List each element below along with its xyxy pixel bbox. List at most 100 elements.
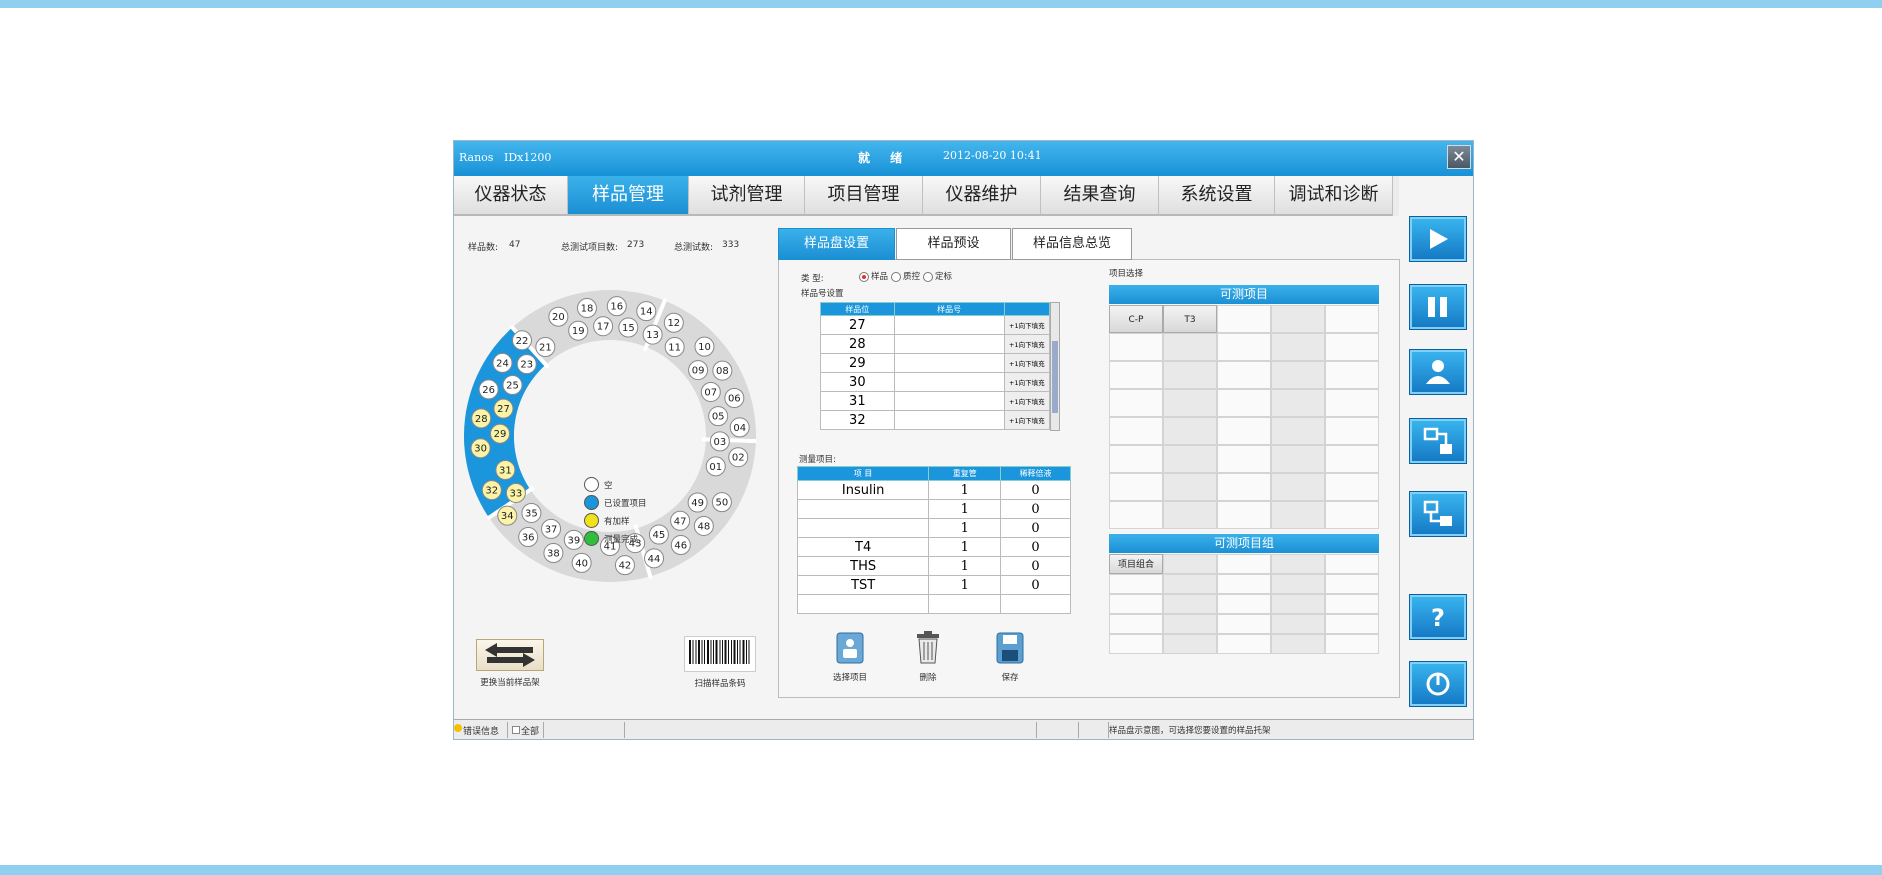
menu-tab-7[interactable]: 调试和诊断: [1275, 176, 1393, 216]
menu-tab-6[interactable]: 系统设置: [1159, 176, 1275, 216]
item-button[interactable]: C-P: [1109, 305, 1163, 333]
type-option-1[interactable]: 质控: [891, 271, 920, 282]
grid-cell[interactable]: [1271, 333, 1325, 361]
dilution-cell[interactable]: 0: [1000, 537, 1071, 557]
sample-number-input[interactable]: [893, 353, 1005, 373]
repeat-count-cell[interactable]: 1: [928, 556, 1002, 576]
menu-tab-0[interactable]: 仪器状态: [454, 176, 568, 216]
all-checkbox[interactable]: [512, 726, 520, 734]
grid-cell[interactable]: [1217, 305, 1271, 333]
fill-down-button[interactable]: +1向下填充: [1003, 391, 1051, 411]
grid-cell[interactable]: [1271, 614, 1325, 634]
grid-cell[interactable]: [1217, 634, 1271, 654]
help-button[interactable]: ?: [1409, 594, 1467, 640]
grid-cell[interactable]: [1325, 445, 1379, 473]
group-button[interactable]: 项目组合: [1109, 554, 1163, 574]
grid-cell[interactable]: [1217, 445, 1271, 473]
grid-cell[interactable]: [1109, 445, 1163, 473]
sample-number-input[interactable]: [893, 391, 1005, 411]
repeat-count-cell[interactable]: 1: [928, 537, 1002, 557]
dilution-cell[interactable]: 0: [1000, 518, 1071, 538]
scan-barcode-button[interactable]: [684, 636, 756, 672]
grid-cell[interactable]: [1271, 574, 1325, 594]
grid-cell[interactable]: [1217, 361, 1271, 389]
grid-cell[interactable]: [1325, 501, 1379, 529]
error-info-label[interactable]: 错误信息: [463, 724, 499, 737]
grid-cell[interactable]: [1217, 473, 1271, 501]
grid-cell[interactable]: [1271, 361, 1325, 389]
grid-cell[interactable]: [1217, 417, 1271, 445]
dilution-cell[interactable]: 0: [1000, 480, 1071, 500]
scrollbar-thumb[interactable]: [1052, 341, 1058, 413]
grid-cell[interactable]: [1109, 473, 1163, 501]
grid-cell[interactable]: [1271, 501, 1325, 529]
type-option-2[interactable]: 定标: [923, 271, 952, 282]
grid-cell[interactable]: [1163, 445, 1217, 473]
flow-button[interactable]: [1409, 418, 1467, 464]
grid-cell[interactable]: [1217, 554, 1271, 574]
table-row[interactable]: Insulin 1 0: [796, 480, 1071, 500]
dilution-cell[interactable]: [1000, 594, 1071, 614]
repeat-count-cell[interactable]: 1: [928, 575, 1002, 595]
repeat-count-cell[interactable]: 1: [928, 518, 1002, 538]
grid-cell[interactable]: [1271, 305, 1325, 333]
grid-cell[interactable]: [1163, 417, 1217, 445]
grid-cell[interactable]: [1109, 634, 1163, 654]
grid-cell[interactable]: [1271, 634, 1325, 654]
repeat-count-cell[interactable]: 1: [928, 480, 1002, 500]
grid-cell[interactable]: [1325, 389, 1379, 417]
fill-down-button[interactable]: +1向下填充: [1003, 334, 1051, 354]
grid-cell[interactable]: [1217, 614, 1271, 634]
grid-cell[interactable]: [1325, 305, 1379, 333]
fill-down-button[interactable]: +1向下填充: [1003, 353, 1051, 373]
grid-cell[interactable]: [1109, 614, 1163, 634]
grid-cell[interactable]: [1271, 417, 1325, 445]
sample-number-input[interactable]: [893, 372, 1005, 392]
type-option-0[interactable]: 样品: [859, 271, 888, 282]
transfer-button[interactable]: [1409, 491, 1467, 537]
menu-tab-1[interactable]: 样品管理: [568, 176, 689, 216]
power-button[interactable]: [1409, 661, 1467, 707]
save-button[interactable]: [995, 632, 1025, 664]
grid-cell[interactable]: [1325, 634, 1379, 654]
table-row[interactable]: T4 1 0: [796, 537, 1071, 557]
sample-number-input[interactable]: [893, 410, 1005, 430]
menu-tab-2[interactable]: 试剂管理: [689, 176, 805, 216]
swap-rack-button[interactable]: [476, 639, 544, 671]
dilution-cell[interactable]: 0: [1000, 499, 1071, 519]
play-button[interactable]: [1409, 216, 1467, 262]
sample-number-input[interactable]: [893, 334, 1005, 354]
center-tab-0[interactable]: 样品盘设置: [778, 228, 895, 260]
dilution-cell[interactable]: 0: [1000, 556, 1071, 576]
menu-tab-4[interactable]: 仪器维护: [923, 176, 1041, 216]
table-row[interactable]: 10: [796, 518, 1071, 538]
grid-cell[interactable]: [1163, 594, 1217, 614]
grid-cell[interactable]: [1163, 614, 1217, 634]
table-row[interactable]: THS 1 0: [796, 556, 1071, 576]
grid-cell[interactable]: [1109, 389, 1163, 417]
grid-cell[interactable]: [1217, 574, 1271, 594]
grid-cell[interactable]: [1109, 417, 1163, 445]
grid-cell[interactable]: [1325, 554, 1379, 574]
dilution-cell[interactable]: 0: [1000, 575, 1071, 595]
repeat-count-cell[interactable]: 1: [928, 499, 1002, 519]
grid-cell[interactable]: [1163, 389, 1217, 417]
item-button[interactable]: T3: [1163, 305, 1217, 333]
grid-cell[interactable]: [1109, 574, 1163, 594]
fill-down-button[interactable]: +1向下填充: [1003, 315, 1051, 335]
grid-cell[interactable]: [1271, 389, 1325, 417]
grid-cell[interactable]: [1109, 594, 1163, 614]
center-tab-2[interactable]: 样品信息总览: [1012, 228, 1132, 260]
table-row[interactable]: [796, 594, 1071, 614]
sample-table-scrollbar[interactable]: [1050, 302, 1060, 431]
grid-cell[interactable]: [1109, 333, 1163, 361]
grid-cell[interactable]: [1109, 501, 1163, 529]
table-row[interactable]: TST 1 0: [796, 575, 1071, 595]
grid-cell[interactable]: [1325, 614, 1379, 634]
grid-cell[interactable]: [1325, 473, 1379, 501]
grid-cell[interactable]: [1325, 574, 1379, 594]
select-item-button[interactable]: [835, 632, 865, 664]
grid-cell[interactable]: [1271, 554, 1325, 574]
menu-tab-5[interactable]: 结果查询: [1041, 176, 1159, 216]
grid-cell[interactable]: [1325, 333, 1379, 361]
